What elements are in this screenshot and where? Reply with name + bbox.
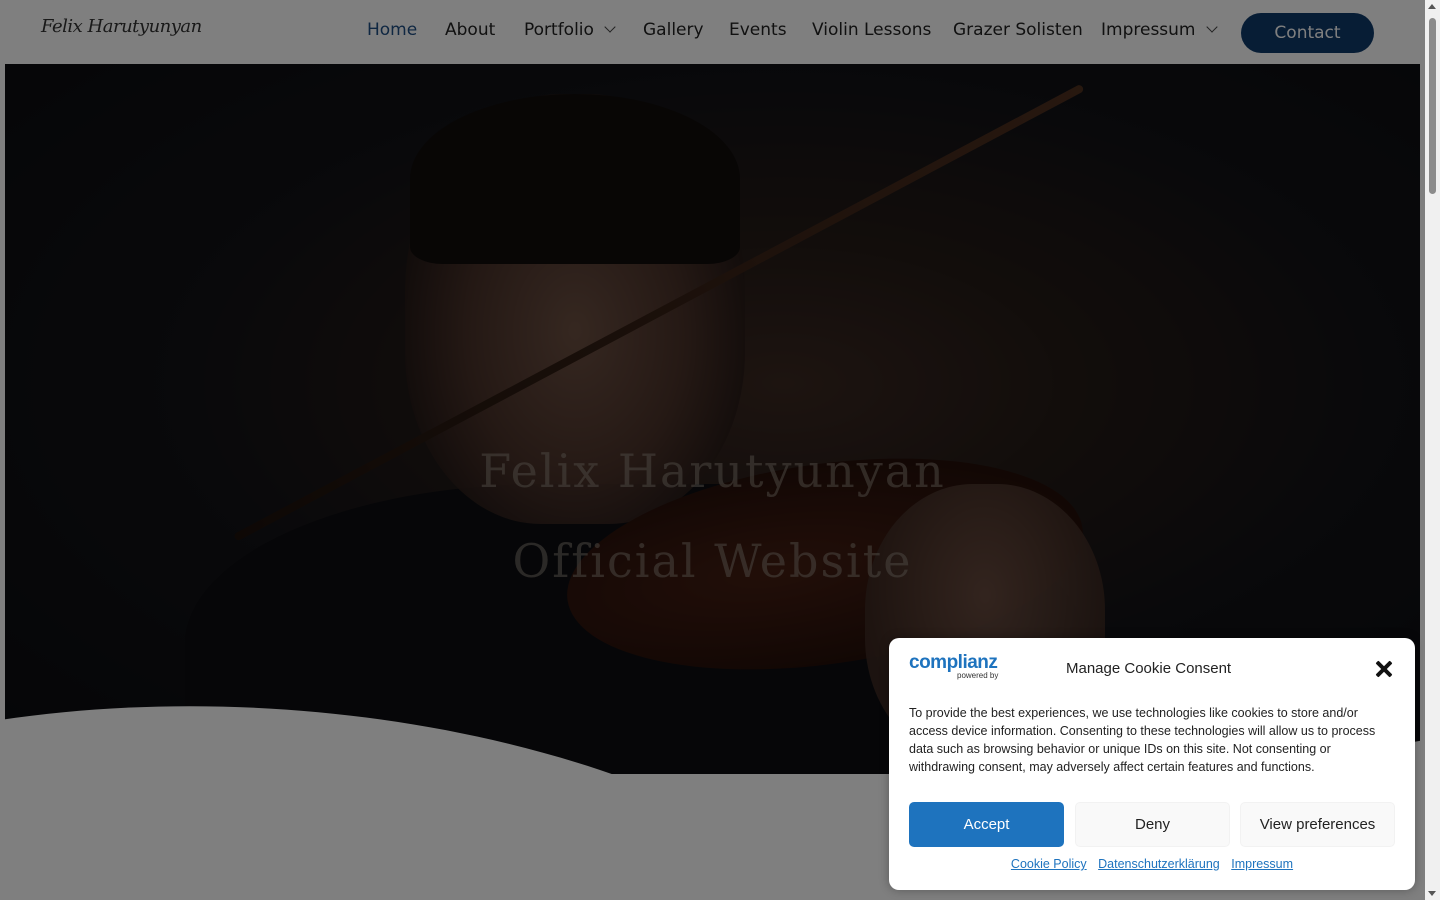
cookie-dialog-title: Manage Cookie Consent	[1066, 660, 1232, 677]
complianz-logo-sub: powered by	[957, 671, 999, 680]
privacy-policy-link[interactable]: Datenschutzerklärung	[1098, 857, 1220, 871]
cookie-policy-link[interactable]: Cookie Policy	[1011, 857, 1087, 871]
scroll-thumb[interactable]	[1429, 18, 1436, 194]
view-preferences-button[interactable]: View preferences	[1240, 802, 1395, 847]
impressum-link[interactable]: Impressum	[1231, 857, 1293, 871]
deny-button[interactable]: Deny	[1075, 802, 1230, 847]
page-scrollbar[interactable]	[1425, 0, 1440, 900]
accept-button[interactable]: Accept	[909, 802, 1064, 847]
close-icon[interactable]	[1373, 658, 1395, 680]
cookie-dialog-links: Cookie Policy Datenschutzerklärung Impre…	[889, 857, 1415, 871]
cookie-dialog-text: To provide the best experiences, we use …	[909, 706, 1376, 774]
complianz-logo: complianz powered by	[909, 652, 1009, 682]
scroll-down-icon[interactable]	[1428, 891, 1436, 896]
scroll-up-icon[interactable]	[1428, 4, 1436, 9]
cookie-consent-dialog: complianz powered by Manage Cookie Conse…	[889, 638, 1415, 890]
